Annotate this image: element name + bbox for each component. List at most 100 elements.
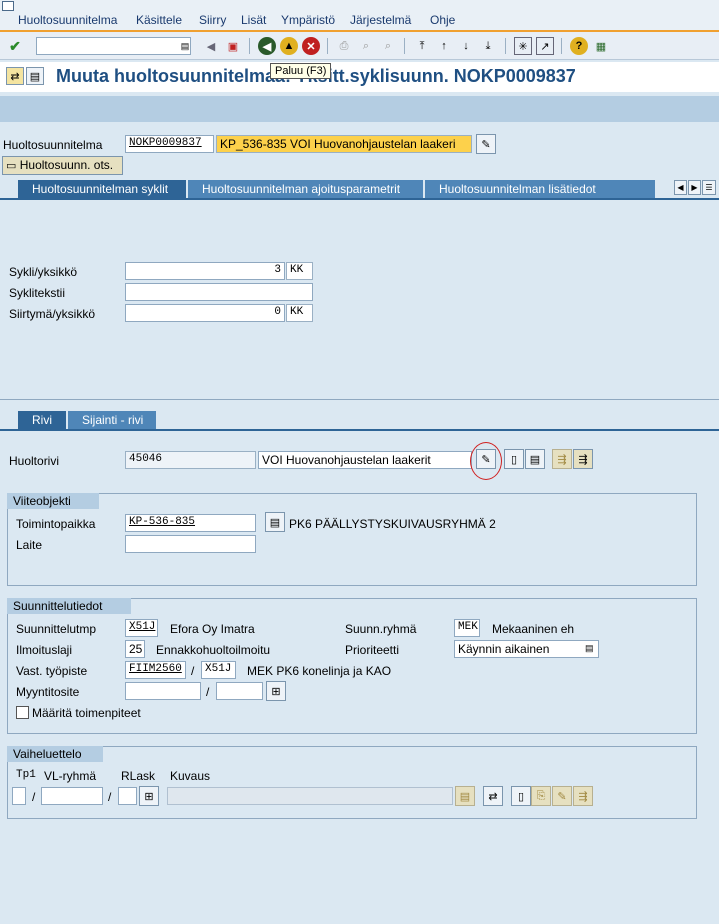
back-arrow-icon[interactable]: ◀ xyxy=(202,37,220,55)
task-list-create-icon[interactable]: ▯ xyxy=(511,786,531,806)
exit-icon[interactable]: ▲ xyxy=(280,37,298,55)
menu-ohje[interactable]: Ohje xyxy=(430,13,455,27)
task-group-field[interactable] xyxy=(41,787,103,805)
sales-document-label: Myyntitosite xyxy=(16,685,80,699)
menu-huoltosuunnitelma[interactable]: Huoltosuunnitelma xyxy=(18,13,117,27)
menu-siirry[interactable]: Siirry xyxy=(199,13,226,27)
cycle-unit-field[interactable]: KK xyxy=(286,262,313,280)
planning-plant-field[interactable]: X51J xyxy=(125,619,158,637)
layout-menu-icon[interactable]: ▦ xyxy=(592,37,610,55)
define-operations-checkbox[interactable] xyxy=(16,706,29,719)
work-center-desc: MEK PK6 konelinja ja KAO xyxy=(247,664,392,678)
command-field[interactable] xyxy=(36,37,191,55)
tab-item[interactable]: Rivi xyxy=(18,411,66,429)
functional-location-field[interactable]: KP-536-835 xyxy=(125,514,256,532)
shortcut-icon[interactable]: ↗ xyxy=(536,37,554,55)
task-group-slash: / xyxy=(108,790,112,804)
task-list-description-field xyxy=(167,787,453,805)
command-dropdown-icon[interactable]: ▤ xyxy=(176,37,194,55)
other-object-icon[interactable]: ⇄ xyxy=(6,67,24,85)
separator xyxy=(249,38,250,54)
task-list-search-icon[interactable]: ⊞ xyxy=(139,786,159,806)
priority-dropdown-icon[interactable]: ▤ xyxy=(585,643,594,654)
define-operations-label: Määritä toimenpiteet xyxy=(32,706,141,720)
tab-additional-data[interactable]: Huoltosuunnitelman lisätiedot xyxy=(425,180,655,198)
group-counter-field[interactable] xyxy=(118,787,137,805)
sales-document-slash: / xyxy=(206,685,210,699)
functional-location-desc: PK6 PÄÄLLYSTYSKUIVAUSRYHMÄ 2 xyxy=(289,517,496,531)
planner-group-field[interactable]: MEK xyxy=(454,619,480,637)
task-list-display-icon[interactable]: ▤ xyxy=(455,786,475,806)
cycle-label: Sykli/yksikkö xyxy=(9,265,78,279)
notification-type-desc: Ennakkohuoltoilmoitu xyxy=(156,643,271,657)
work-center-field[interactable]: FIIM2560 xyxy=(125,661,186,679)
enter-check-icon[interactable]: ✔ xyxy=(6,37,24,55)
equipment-label: Laite xyxy=(16,538,43,552)
tab-scroll-right-icon[interactable]: ▶ xyxy=(688,180,701,195)
help-icon[interactable]: ? xyxy=(570,37,588,55)
last-page-icon[interactable]: ⤓ xyxy=(479,37,497,55)
first-page-icon[interactable]: ⤒ xyxy=(413,37,431,55)
sales-document-field[interactable] xyxy=(125,682,201,700)
cycle-text-field[interactable] xyxy=(125,283,313,301)
equipment-field[interactable] xyxy=(125,535,256,553)
header-button[interactable]: ▭ Huoltosuunn. ots. xyxy=(2,156,123,175)
planning-plant-desc: Efora Oy Imatra xyxy=(170,622,255,636)
cycle-text-label: Syklitekstii xyxy=(9,286,66,300)
planner-group-label: Suunn.ryhmä xyxy=(345,622,417,636)
sales-search-icon[interactable]: ⊞ xyxy=(266,681,286,701)
plan-label: Huoltosuunnitelma xyxy=(3,138,103,152)
separator xyxy=(404,38,405,54)
save-icon[interactable]: ▣ xyxy=(224,37,242,55)
tab-location-item[interactable]: Sijainti - rivi xyxy=(68,411,156,429)
menu-jarjestelma[interactable]: Järjestelmä xyxy=(350,13,411,27)
work-center-plant-field[interactable]: X51J xyxy=(201,661,236,679)
edit-long-text-icon[interactable]: ✎ xyxy=(476,134,496,154)
location-structure-icon[interactable]: ▤ xyxy=(265,512,285,532)
menu-kasittele[interactable]: Käsittele xyxy=(136,13,182,27)
notification-type-field[interactable]: 25 xyxy=(125,640,145,658)
assign-object-icon[interactable]: ⇶ xyxy=(552,449,572,469)
create-item-icon[interactable]: ▯ xyxy=(504,449,524,469)
reference-object-group xyxy=(7,493,697,586)
item-description-field[interactable]: VOI Huovanohjaustelan laakerit xyxy=(258,451,472,469)
plan-number-field[interactable]: NOKP0009837 xyxy=(125,135,214,153)
print-icon[interactable]: ⎙ xyxy=(335,37,353,55)
header-button-label: Huoltosuunn. ots. xyxy=(19,158,114,172)
task-list-assign-icon[interactable]: ⇶ xyxy=(573,786,593,806)
cancel-icon[interactable]: ✕ xyxy=(302,37,320,55)
separator xyxy=(327,38,328,54)
find-next-icon[interactable]: ⌕ xyxy=(379,37,397,55)
sales-item-field[interactable] xyxy=(216,682,263,700)
offset-unit-field[interactable]: KK xyxy=(286,304,313,322)
task-type-slash: / xyxy=(32,790,36,804)
separator xyxy=(561,38,562,54)
system-menu-icon[interactable] xyxy=(2,1,14,11)
task-list-select-icon[interactable]: ⇄ xyxy=(483,786,503,806)
offset-label: Siirtymä/yksikkö xyxy=(9,307,96,321)
task-list-group xyxy=(7,746,697,819)
task-list-edit-icon[interactable]: ✎ xyxy=(552,786,572,806)
task-type-field[interactable] xyxy=(12,787,26,805)
plan-description-field[interactable]: KP_536-835 VOI Huovanohjaustelan laakeri xyxy=(216,135,472,153)
separator xyxy=(505,38,506,54)
task-list-copy-icon[interactable]: ⎘ xyxy=(531,786,551,806)
header-button-icon: ▭ xyxy=(6,160,17,172)
display-change-icon[interactable]: ▤ xyxy=(26,67,44,85)
new-session-icon[interactable]: ✳ xyxy=(514,37,532,55)
object-list-icon[interactable]: ⇶ xyxy=(573,449,593,469)
previous-page-icon[interactable]: ↑ xyxy=(435,37,453,55)
cycle-value-field[interactable]: 3 xyxy=(125,262,285,280)
tab-cycles[interactable]: Huoltosuunnitelman syklit xyxy=(18,180,186,198)
next-page-icon[interactable]: ↓ xyxy=(457,37,475,55)
item-overview-icon[interactable]: ▤ xyxy=(525,449,545,469)
priority-select[interactable]: Käynnin aikainen xyxy=(454,640,599,658)
tab-list-icon[interactable]: ☰ xyxy=(702,180,716,195)
back-icon[interactable]: ◀ xyxy=(258,37,276,55)
offset-value-field[interactable]: 0 xyxy=(125,304,285,322)
tab-scroll-left-icon[interactable]: ◀ xyxy=(674,180,687,195)
find-icon[interactable]: ⌕ xyxy=(357,37,375,55)
menu-ymparisto[interactable]: Ympäristö xyxy=(281,13,335,27)
menu-lisat[interactable]: Lisät xyxy=(241,13,266,27)
tab-scheduling-parameters[interactable]: Huoltosuunnitelman ajoitusparametrit xyxy=(188,180,423,198)
